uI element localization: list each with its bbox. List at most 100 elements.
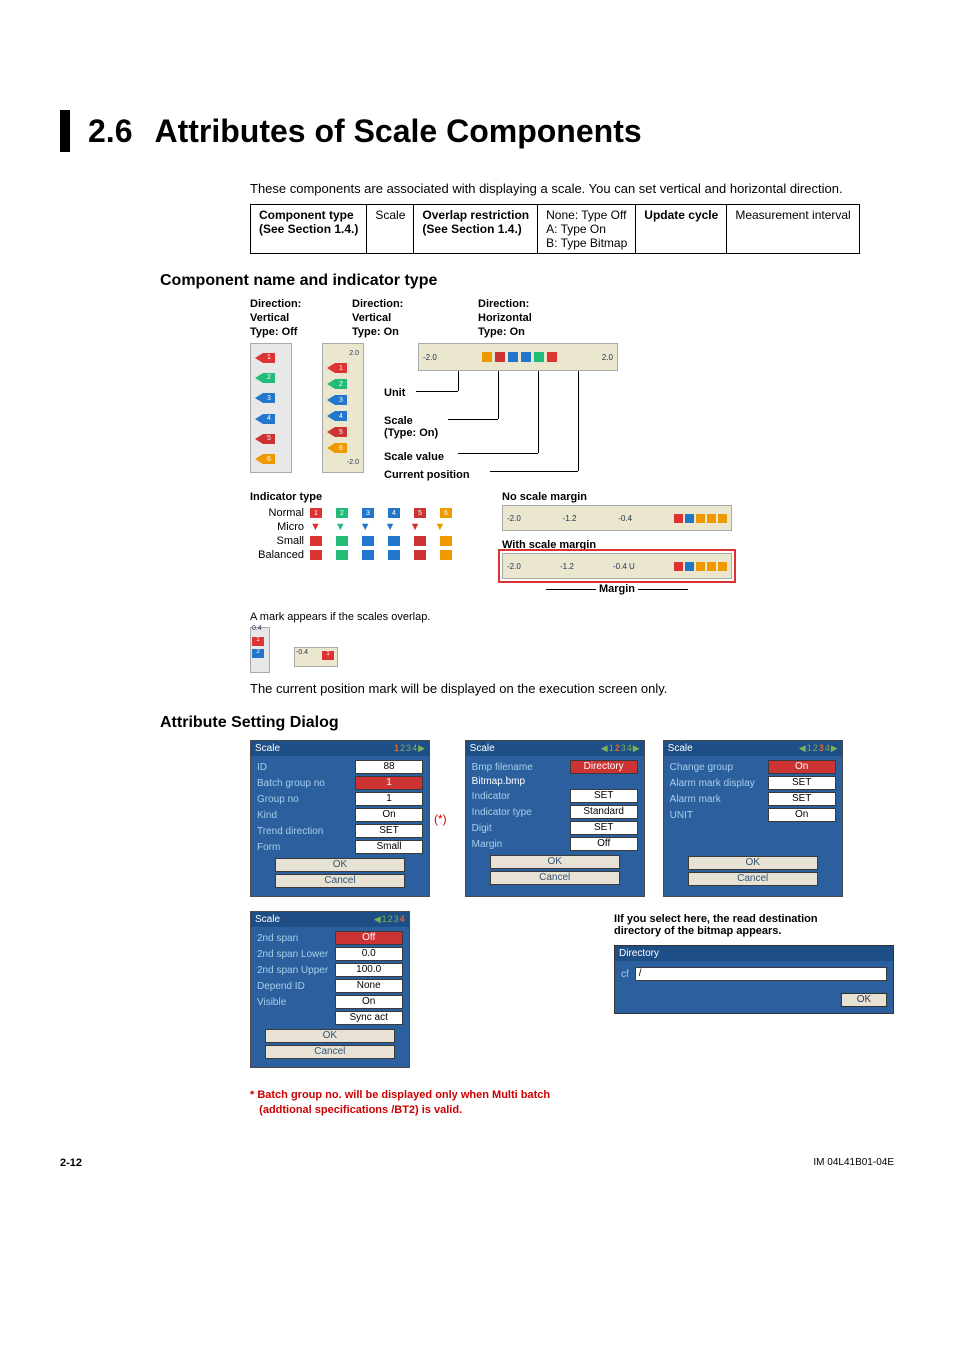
callout-unit: Unit bbox=[384, 387, 405, 399]
dlg1-cancel-button[interactable]: Cancel bbox=[275, 874, 405, 888]
doc-id: IM 04L41B01-04E bbox=[813, 1157, 894, 1169]
dlg4-f3-val[interactable]: None bbox=[335, 979, 403, 993]
dlg4-f5-val[interactable]: Sync act bbox=[335, 1011, 403, 1025]
indicator-type-block: Indicator type Normal 123456 Micro ▼▼▼▼▼… bbox=[250, 491, 452, 599]
dlg2-title: Scale bbox=[470, 743, 495, 754]
dlg3-cancel-button[interactable]: Cancel bbox=[688, 872, 818, 886]
diagram-area: Direction: Vertical Type: Off Direction:… bbox=[250, 298, 894, 473]
dlg2-f3-lab: Indicator type bbox=[472, 807, 532, 818]
sb1-b: -1.2 bbox=[563, 514, 577, 523]
footnote-line-2: (addtional specifications /BT2) is valid… bbox=[259, 1104, 462, 1116]
thumb-vertical-off: 1 2 3 4 5 6 bbox=[250, 343, 292, 473]
dlg1-title: Scale bbox=[255, 743, 280, 754]
dir2-b: Vertical bbox=[352, 312, 391, 324]
td-overlap-none: None: Type Off bbox=[546, 208, 626, 222]
dlg2-ok-button[interactable]: OK bbox=[490, 855, 620, 869]
no-scale-margin-title: No scale margin bbox=[502, 491, 732, 503]
callout-scale-value: Scale value bbox=[384, 451, 444, 463]
dlg3-tabs[interactable]: ◀1234▶ bbox=[798, 743, 838, 754]
sb2-b: -1.2 bbox=[560, 562, 574, 571]
dlg3-f0-lab: Change group bbox=[670, 762, 733, 773]
indicator-row-balanced: Balanced bbox=[250, 549, 304, 561]
sb2-a: -2.0 bbox=[507, 562, 521, 571]
dlg1-f2-lab: Group no bbox=[257, 794, 299, 805]
dlg3-f0-val[interactable]: On bbox=[768, 760, 836, 774]
dlg1-f0-val[interactable]: 88 bbox=[355, 760, 423, 774]
dlg4-f0-val[interactable]: Off bbox=[335, 931, 403, 945]
dir3-c: Type: On bbox=[478, 326, 525, 338]
td-overlap-a: A: Type On bbox=[546, 222, 606, 236]
callout-current-position: Current position bbox=[384, 469, 470, 481]
thumb-vertical-on: 2.0 1 2 3 4 5 6 -2.0 bbox=[322, 343, 364, 473]
callout-scale-1: Scale bbox=[384, 415, 413, 427]
dialog-scale-1: Scale1234▶ ID88 Batch group no1 Group no… bbox=[250, 740, 430, 897]
ov-v-val: 0.4 bbox=[252, 625, 262, 632]
dlg1-f5-lab: Form bbox=[257, 842, 280, 853]
ov-h-val: -0.4 bbox=[296, 649, 308, 656]
th-see-section-2: (See Section 1.4.) bbox=[422, 222, 521, 236]
dir1-b: Vertical bbox=[250, 312, 289, 324]
component-table: Component type (See Section 1.4.) Scale … bbox=[250, 204, 860, 254]
dlg4-f0-lab: 2nd span bbox=[257, 933, 298, 944]
directory-dialog: Directory cf / OK bbox=[614, 945, 894, 1014]
dir2-a: Direction: bbox=[352, 298, 403, 310]
dlg2-cancel-button[interactable]: Cancel bbox=[490, 871, 620, 885]
dir1-c: Type: Off bbox=[250, 326, 297, 338]
th-see-section-1: (See Section 1.4.) bbox=[259, 222, 358, 236]
dlg4-f4-lab: Visible bbox=[257, 997, 286, 1008]
dlg3-f2-val[interactable]: SET bbox=[768, 792, 836, 806]
dlg1-f1-val[interactable]: 1 bbox=[355, 776, 423, 790]
dlg2-f3-val[interactable]: Standard bbox=[570, 805, 638, 819]
intro-text: These components are associated with dis… bbox=[250, 180, 894, 198]
indicator-type-title: Indicator type bbox=[250, 491, 452, 503]
dialog-scale-4: Scale◀1234 2nd spanOff 2nd span Lower0.0… bbox=[250, 911, 410, 1068]
td-overlap-b: B: Type Bitmap bbox=[546, 236, 627, 250]
dlg4-f2-val[interactable]: 100.0 bbox=[335, 963, 403, 977]
indicator-row-micro: Micro bbox=[250, 521, 304, 533]
side-note-text: If you select here, the read destination… bbox=[614, 913, 818, 937]
dir-dlg-input[interactable]: / bbox=[635, 967, 887, 981]
td-scale: Scale bbox=[367, 205, 414, 254]
dlg3-f3-val[interactable]: On bbox=[768, 808, 836, 822]
sb1-a: -2.0 bbox=[507, 514, 521, 523]
dlg2-f0-val[interactable]: Directory bbox=[570, 760, 638, 774]
dlg1-f3-lab: Kind bbox=[257, 810, 277, 821]
dlg2-tabs[interactable]: ◀1234▶ bbox=[600, 743, 640, 754]
dlg4-cancel-button[interactable]: Cancel bbox=[265, 1045, 395, 1059]
dlg4-f1-val[interactable]: 0.0 bbox=[335, 947, 403, 961]
dlg3-f1-val[interactable]: SET bbox=[768, 776, 836, 790]
dlg1-tabs[interactable]: 1234▶ bbox=[393, 743, 425, 754]
dlg1-f5-val[interactable]: Small bbox=[355, 840, 423, 854]
footnote-line-1: * Batch group no. will be displayed only… bbox=[250, 1089, 550, 1101]
dlg1-f2-val[interactable]: 1 bbox=[355, 792, 423, 806]
page-number: 2-12 bbox=[60, 1157, 82, 1169]
heading-bar bbox=[60, 110, 70, 152]
scalebar-with-margin: -2.0 -1.2 -0.4 U bbox=[502, 553, 732, 579]
overlap-note: A mark appears if the scales overlap. bbox=[250, 611, 894, 623]
overlap-thumbs: 0.4 1 2 -0.4 1 bbox=[250, 627, 894, 673]
indicator-row-small: Small bbox=[250, 535, 304, 547]
dlg2-f5-val[interactable]: Off bbox=[570, 837, 638, 851]
exec-note: The current position mark will be displa… bbox=[250, 681, 894, 696]
subheading-component-name: Component name and indicator type bbox=[160, 272, 894, 290]
callout-scale-2: (Type: On) bbox=[384, 427, 438, 439]
dlg2-f5-lab: Margin bbox=[472, 839, 503, 850]
dir-dlg-ok-button[interactable]: OK bbox=[841, 993, 887, 1007]
dir-dlg-title: Directory bbox=[615, 946, 893, 961]
dlg4-tabs[interactable]: ◀1234 bbox=[373, 914, 405, 925]
dir2-c: Type: On bbox=[352, 326, 399, 338]
dlg1-ok-button[interactable]: OK bbox=[275, 858, 405, 872]
dlg2-f4-val[interactable]: SET bbox=[570, 821, 638, 835]
dlg1-f4-val[interactable]: SET bbox=[355, 824, 423, 838]
hscale-left: -2.0 bbox=[423, 353, 437, 362]
dlg3-f1-lab: Alarm mark display bbox=[670, 778, 755, 789]
dlg1-f3-val[interactable]: On bbox=[355, 808, 423, 822]
dlg4-ok-button[interactable]: OK bbox=[265, 1029, 395, 1043]
dlg4-title: Scale bbox=[255, 914, 280, 925]
dlg3-ok-button[interactable]: OK bbox=[688, 856, 818, 870]
dlg2-f2-val[interactable]: SET bbox=[570, 789, 638, 803]
dir3-a: Direction: bbox=[478, 298, 529, 310]
dlg4-f4-val[interactable]: On bbox=[335, 995, 403, 1009]
subheading-attribute-dialog: Attribute Setting Dialog bbox=[160, 714, 894, 732]
section-number: 2.6 bbox=[88, 113, 132, 150]
